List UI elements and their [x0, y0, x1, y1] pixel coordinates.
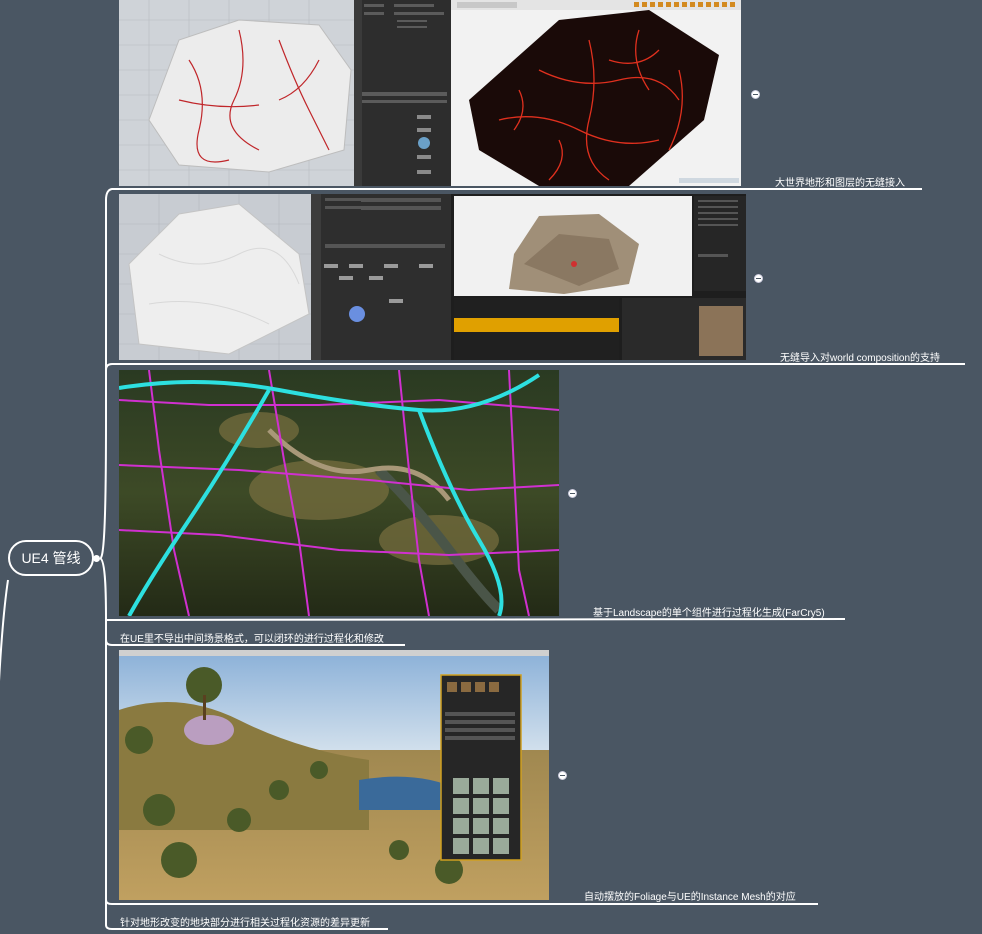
branch-caption[interactable]: 大世界地形和图层的无缝接入 [775, 174, 905, 189]
branch-caption[interactable]: 自动摆放的Foliage与UE的Instance Mesh的对应 [584, 888, 796, 903]
root-label: UE4 管线 [21, 550, 81, 566]
root-connector-dot [93, 555, 100, 562]
mind-map-canvas: UE4 管线 大世界地形和图层的无缝接入 无缝导入对world composit… [0, 0, 982, 934]
branch-caption[interactable]: 基于Landscape的单个组件进行过程化生成(FarCry5) [593, 604, 825, 619]
farcry5-landscape-image [119, 370, 559, 616]
branch-caption[interactable]: 在UE里不导出中间场景格式，可以闭环的进行过程化和修改 [120, 630, 384, 645]
branch-caption[interactable]: 无缝导入对world composition的支持 [780, 349, 940, 364]
foliage-instance-mesh-image [119, 650, 549, 900]
collapse-toggle-4[interactable] [558, 771, 567, 780]
branch-caption[interactable]: 针对地形改变的地块部分进行相关过程化资源的差异更新 [120, 914, 370, 929]
collapse-toggle-3[interactable] [568, 489, 577, 498]
collapse-toggle-2[interactable] [754, 274, 763, 283]
world-composition-image [119, 194, 746, 360]
root-node[interactable]: UE4 管线 [8, 540, 94, 576]
terrain-layers-image [119, 0, 741, 186]
collapse-toggle-1[interactable] [751, 90, 760, 99]
